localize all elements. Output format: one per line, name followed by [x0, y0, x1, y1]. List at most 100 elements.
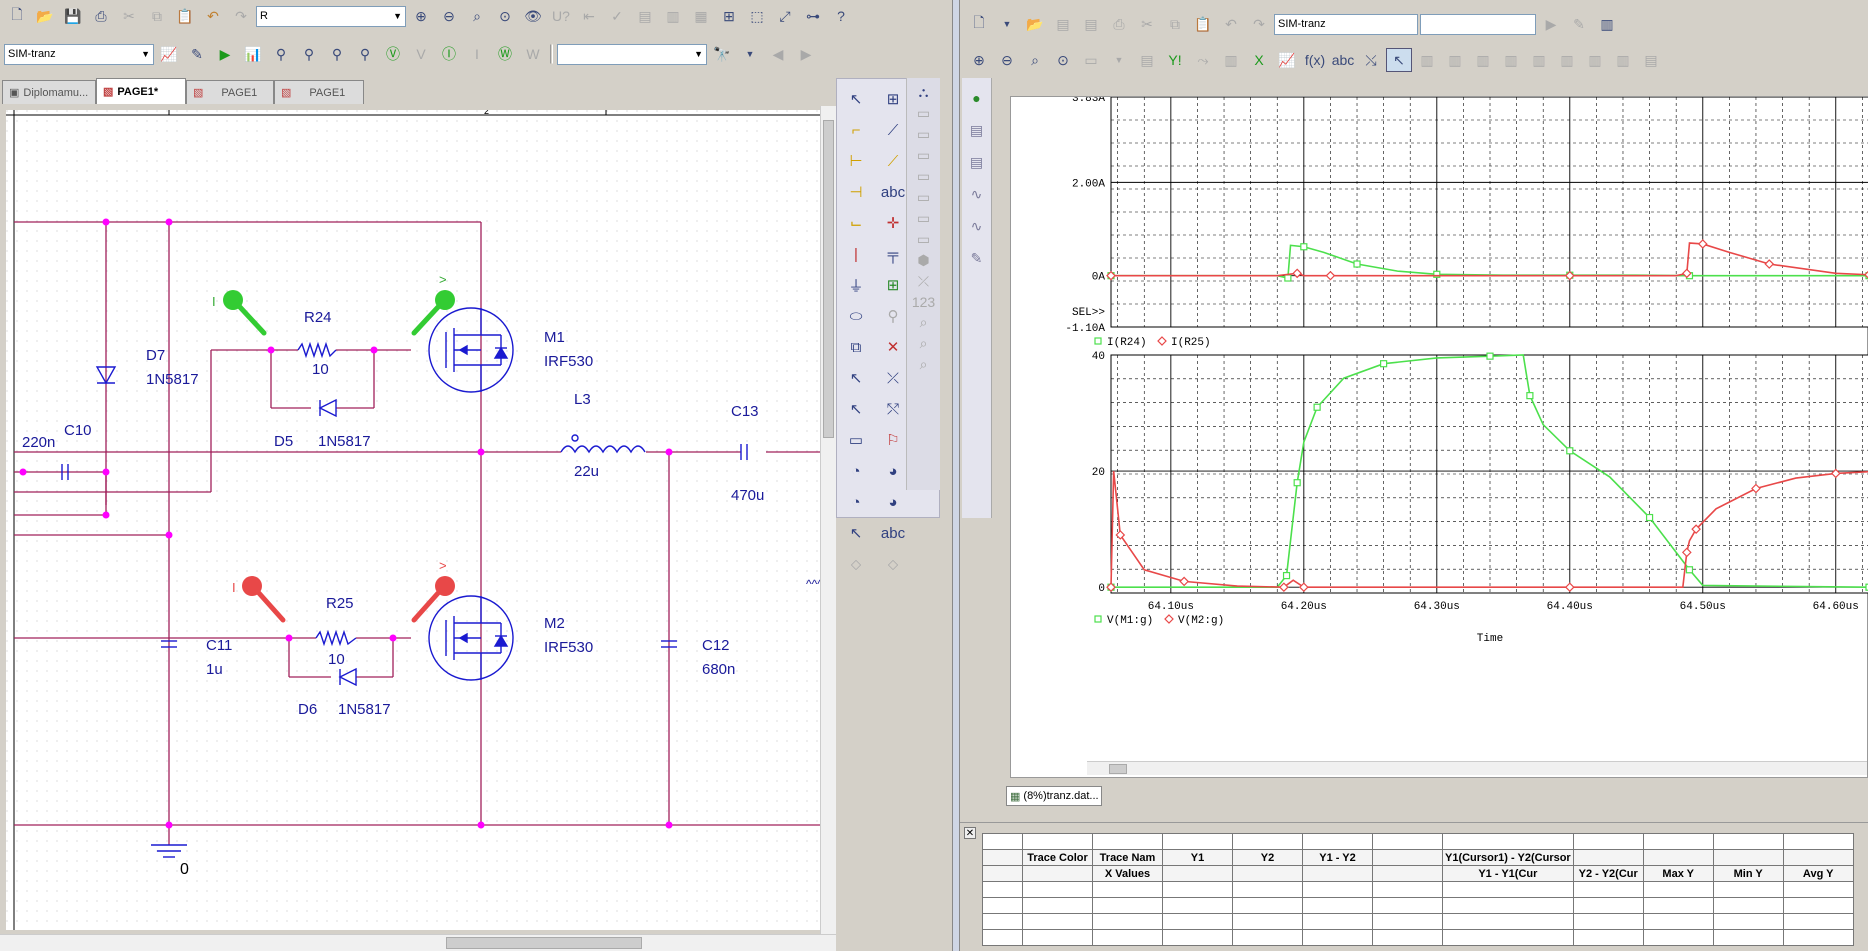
window-dropdown-icon[interactable]: ▼	[1106, 48, 1132, 72]
cursor-cell[interactable]	[1162, 881, 1233, 898]
cut-icon[interactable]: ✂	[1134, 12, 1160, 36]
cursor-cell[interactable]	[1232, 897, 1303, 914]
c11-ref[interactable]: C11	[206, 637, 232, 654]
picture-icon[interactable]: ⚐	[878, 426, 908, 454]
d6-value[interactable]: 1N5817	[338, 701, 391, 718]
junction-icon[interactable]: ✛	[878, 209, 908, 237]
d7-ref[interactable]: D7	[146, 347, 165, 364]
cursor-cell[interactable]	[1572, 897, 1644, 914]
cursor-header-cell[interactable]: Y1 - Y2	[1302, 849, 1373, 866]
polyline-icon[interactable]: ⤫	[878, 364, 908, 392]
cursor-subheader-cell[interactable]	[982, 865, 1023, 882]
current-marker-icon[interactable]: ⚲	[324, 42, 350, 66]
probe-plot-window[interactable]: 3.83A 2.00A 0A -1.10A SEL>> 40 20 0 64.10us 64.2…	[1010, 96, 1868, 778]
new-dropdown-icon[interactable]: ▼	[994, 12, 1020, 36]
select-icon[interactable]: ↖	[841, 85, 871, 113]
view-results-icon[interactable]: 📊	[240, 42, 266, 66]
copy-icon[interactable]: ⧉	[1162, 12, 1188, 36]
cursor-header-cell[interactable]: Y1(Cursor1) - Y2(Cursor	[1442, 849, 1574, 866]
drag-icon[interactable]: ⤢	[772, 4, 798, 28]
enable-power-bias-icon[interactable]: Ⓦ	[492, 42, 518, 66]
legend-label[interactable]: V(M2:g)	[1178, 615, 1224, 627]
sheet-horizontal-scrollbar[interactable]	[0, 934, 836, 951]
d6-ref[interactable]: D6	[298, 701, 317, 718]
cursor-cell[interactable]	[1782, 897, 1854, 914]
cursor-cell[interactable]	[1782, 929, 1854, 946]
zoom-in-icon[interactable]: ⊕	[408, 4, 434, 28]
freehand-icon[interactable]: ◔	[841, 457, 871, 485]
annotate-icon[interactable]: U?	[548, 4, 574, 28]
simulation-profile-select[interactable]: SIM-tranz ▼	[4, 43, 154, 65]
next-icon[interactable]: ▶	[793, 42, 819, 66]
zoom-tool-icon[interactable]: ⌕	[920, 335, 928, 352]
paste-icon[interactable]: 📋	[1190, 12, 1216, 36]
cursor-cell[interactable]	[1642, 881, 1714, 898]
m2-ref[interactable]: M2	[544, 615, 565, 632]
cursor-cell[interactable]	[1572, 913, 1644, 930]
zoom-out-icon[interactable]: ⊖	[436, 4, 462, 28]
cursor-cell[interactable]	[982, 881, 1023, 898]
mark-icon[interactable]: ⤯	[1358, 48, 1384, 72]
unlock-icon[interactable]: ⬦	[878, 550, 908, 578]
cursor-header-cell[interactable]	[982, 849, 1023, 866]
zoom-area-icon[interactable]: ⌕	[464, 4, 490, 28]
delete-icon[interactable]: ✕	[878, 333, 908, 361]
bom-icon[interactable]: ▦	[688, 4, 714, 28]
window-icon[interactable]: ▭	[1078, 48, 1104, 72]
cursor-cell[interactable]	[1712, 929, 1784, 946]
cursor-cell[interactable]	[1092, 913, 1163, 930]
cursor-cell[interactable]	[1712, 913, 1784, 930]
layout-icon[interactable]: ▥	[1594, 12, 1620, 36]
power-icon[interactable]: ⌙	[841, 209, 871, 237]
c11-value[interactable]: 1u	[206, 661, 223, 678]
scroll-thumb[interactable]	[823, 120, 834, 438]
legend-label[interactable]: V(M1:g)	[1107, 615, 1153, 627]
tab-page1-active[interactable]: ▧ PAGE1*	[96, 78, 186, 104]
probe-field-2[interactable]	[1420, 13, 1536, 35]
cursor-header-cell[interactable]	[1642, 849, 1714, 866]
arc-icon[interactable]: ▭	[841, 426, 871, 454]
cursor-max-icon[interactable]: ▥	[1526, 48, 1552, 72]
cursor-header-cell[interactable]	[1782, 849, 1854, 866]
open-icon[interactable]: 📂	[1022, 12, 1048, 36]
disabled-tool-icon[interactable]: ▭	[917, 126, 930, 143]
cursor-subheader-cell[interactable]: Max Y	[1642, 865, 1714, 882]
zoom-area-icon[interactable]: ⌕	[1022, 48, 1048, 72]
performance-icon[interactable]: f(x)	[1302, 48, 1328, 72]
fourier-icon[interactable]: 📈	[1274, 48, 1300, 72]
zoom-fit-icon[interactable]: ⊙	[1050, 48, 1076, 72]
offpage-icon[interactable]: ⬭	[841, 302, 871, 330]
new-icon[interactable]: 🗋	[966, 12, 992, 36]
cursor-subheader-cell[interactable]	[1162, 865, 1233, 882]
power-marker-icon[interactable]: ⚲	[352, 42, 378, 66]
prev-icon[interactable]: ◀	[765, 42, 791, 66]
cursor-search-icon[interactable]: ▥	[1582, 48, 1608, 72]
cursor-cell[interactable]	[1642, 929, 1714, 946]
split-icon[interactable]: ⤫	[918, 273, 929, 290]
tab-page1-c[interactable]: ▧ PAGE1	[274, 80, 364, 104]
search-combo[interactable]: R ▼	[256, 5, 406, 27]
cursor-cell[interactable]	[1022, 833, 1093, 850]
cursor-cell[interactable]	[1442, 913, 1574, 930]
cursor-cell[interactable]	[1642, 833, 1714, 850]
eye-icon[interactable]: 👁	[520, 4, 546, 28]
c10-value[interactable]: 220n	[22, 434, 55, 451]
cursor-subheader-cell[interactable]	[1232, 865, 1303, 882]
open-icon[interactable]: 📂	[32, 4, 58, 28]
r24-value[interactable]: 10	[312, 361, 329, 378]
zoom-out-icon[interactable]: ⊖	[994, 48, 1020, 72]
cursor-cell[interactable]	[1642, 913, 1714, 930]
new-profile-icon[interactable]: 📈	[156, 42, 182, 66]
d7-value[interactable]: 1N5817	[146, 371, 199, 388]
redo-icon[interactable]: ↷	[228, 4, 254, 28]
cursor-subheader-cell[interactable]: Min Y	[1712, 865, 1784, 882]
project-manager-icon[interactable]: ⊶	[800, 4, 826, 28]
cursor-cell[interactable]	[1092, 897, 1163, 914]
place-wire-icon[interactable]: ⌐	[841, 116, 871, 144]
line-icon[interactable]: ↖	[841, 364, 871, 392]
drc-icon[interactable]: ✓	[604, 4, 630, 28]
m2-value[interactable]: IRF530	[544, 639, 593, 656]
cursor-cell[interactable]	[1442, 897, 1574, 914]
enable-current-bias-icon[interactable]: Ⓘ	[436, 42, 462, 66]
text-2-icon[interactable]: ◕	[878, 488, 908, 516]
